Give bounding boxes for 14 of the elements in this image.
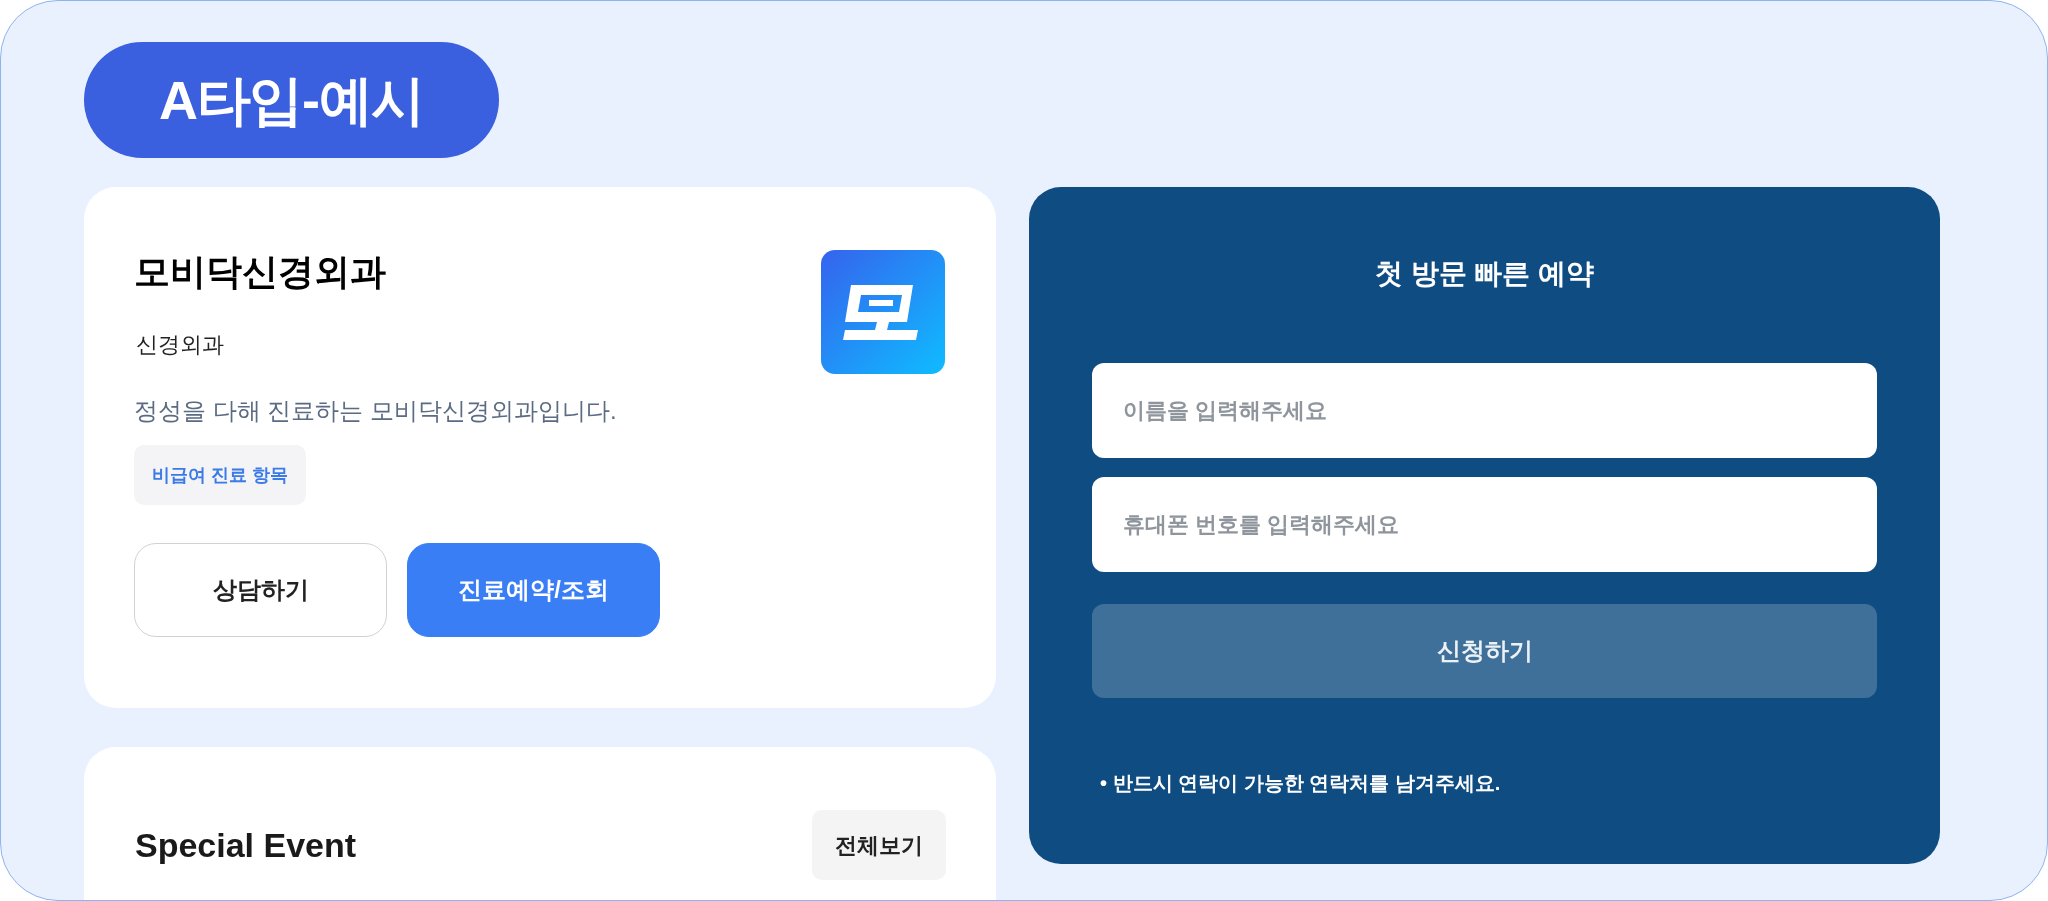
clinic-description: 정성을 다해 진료하는 모비닥신경외과입니다. [134, 396, 618, 426]
clinic-name: 모비닥신경외과 [134, 250, 387, 294]
title-badge: A타입-예시 [84, 42, 499, 158]
input-field[interactable]: 휴대폰 번호를 입력해주세요 [1092, 477, 1877, 572]
view-all-button[interactable]: 전체보기 [812, 810, 946, 880]
notice-text: • 반드시 연락이 가능한 연락처를 남겨주세요. [1100, 771, 1502, 796]
reservation-title: 첫 방문 빠른 예약 [1373, 257, 1596, 291]
logo-icon [821, 250, 945, 374]
department-label: 신경외과 [136, 331, 225, 359]
event-title: Special Event [135, 825, 357, 866]
consult-button[interactable]: 상담하기 [134, 543, 387, 637]
input-field[interactable]: 이름을 입력해주세요 [1092, 363, 1877, 458]
tag-chip: 비급여 진료 항목 [134, 445, 306, 505]
reservation-button[interactable]: 진료예약/조회 [407, 543, 660, 637]
